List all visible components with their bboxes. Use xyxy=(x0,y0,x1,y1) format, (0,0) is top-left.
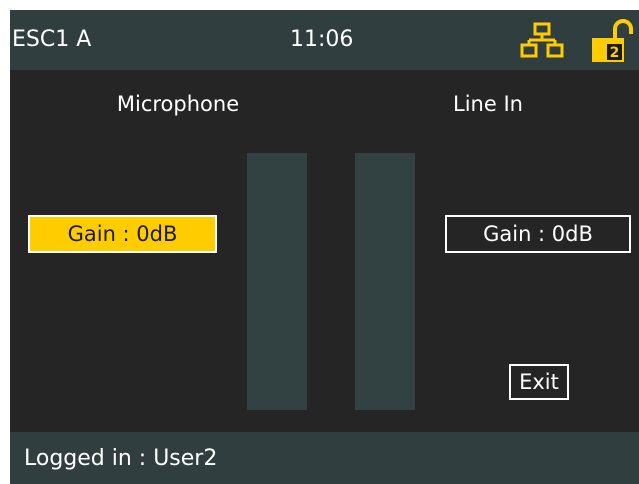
device-title: ESC1 A xyxy=(12,27,92,52)
microphone-level-meter xyxy=(247,153,307,410)
line-in-label: Line In xyxy=(453,92,523,116)
device-screen: ESC1 A 11:06 2 Microphone Line In Gain:… xyxy=(10,10,639,484)
microphone-gain-button[interactable]: Gain : 0dB xyxy=(28,215,217,253)
line-in-gain-button[interactable]: Gain : 0dB xyxy=(445,215,631,253)
header-bar: ESC1 A 11:06 2 xyxy=(10,10,639,70)
line-in-level-meter xyxy=(355,153,415,410)
clock-display: 11:06 xyxy=(290,27,354,52)
user-badge-number: 2 xyxy=(610,45,620,61)
login-status: Logged in : User2 xyxy=(24,446,218,471)
network-icon xyxy=(520,22,564,58)
status-bar: Logged in : User2 xyxy=(10,432,639,484)
exit-button[interactable]: Exit xyxy=(509,364,569,400)
unlocked-user-icon: 2 xyxy=(592,19,633,62)
microphone-label: Microphone xyxy=(116,92,240,116)
